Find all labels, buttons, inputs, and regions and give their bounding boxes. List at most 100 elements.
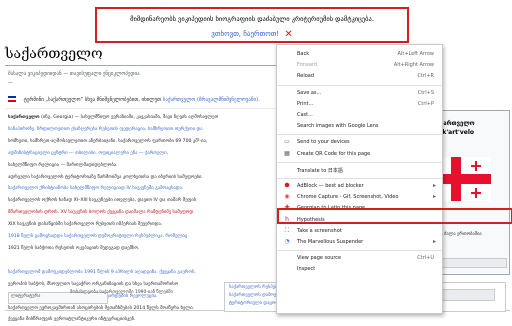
flag-cross-vertical — [451, 157, 461, 201]
menu-separator — [277, 84, 442, 86]
gallery-caption: მოსახლეობა საქართველოში 1990-იან წლებში — [70, 290, 173, 295]
menu-item-search-images-with-google-lens[interactable]: Search images with Google Lens — [277, 121, 442, 131]
paragraph-line: ქვეყანა მისწრაფვის ევროატლანტიკური ინტეგ… — [8, 314, 278, 326]
article-link[interactable]: 1918 წელს გამოცხადდა საქართველოს დემოკრა… — [8, 234, 187, 239]
list-item[interactable]: ტერიტორიული დაყოფა — [229, 301, 281, 306]
article-text — [8, 258, 9, 263]
menu-item-label: View page source — [297, 255, 342, 262]
menu-item-label: Take a screenshot — [297, 227, 342, 234]
menu-item-the-marvellous-suspender[interactable]: ◔ The Marvellous Suspender ▸ — [277, 237, 442, 247]
paragraph-line — [8, 255, 278, 267]
article-text: ადრეული საქართველოს ტერიტორიაზე წარმოიშვ… — [8, 174, 203, 180]
flag-small-cross — [471, 188, 481, 198]
red-link[interactable]: მმართველობის დროს. XV საუკუნის ბოლოს ქვე… — [8, 210, 195, 215]
menu-item-label: Print... — [297, 100, 314, 107]
device-icon: ▭ — [284, 138, 290, 146]
menu-item-back[interactable]: Back Alt+Left Arrow — [277, 49, 442, 59]
article-text: ევროპის საბჭოს, მსოფლიო სავაჭრო ორგანიზა… — [8, 281, 179, 287]
menu-item-label: Inspect — [297, 266, 316, 273]
adblock-icon: ⬢ — [284, 182, 290, 189]
menu-item-forward[interactable]: Forward Alt+Right Arrow — [277, 60, 442, 70]
menu-item-send-to-your-devices[interactable]: ▭ Send to your devices — [277, 137, 442, 147]
page-title: საქართველო — [5, 46, 103, 62]
paragraph-line: სანაპიროზე. ჩრდილოეთით ესაზღვრება რუსეთი… — [8, 124, 278, 136]
menu-item-shortcut: Ctrl+S — [417, 89, 434, 96]
title-divider — [5, 65, 280, 66]
paragraph-line: საქართველო ქრისტიანობა სახელმწიფო რელიგი… — [8, 183, 278, 195]
menu-item-print[interactable]: Print... Ctrl+P — [277, 99, 442, 109]
menu-item-view-page-source[interactable]: View page source Ctrl+U — [277, 253, 442, 263]
page-subtitle-secondary: — — [8, 80, 13, 86]
banner-link-row: ვთხოვთ, ჩაერთოთ! ✕ — [97, 29, 407, 40]
chevron-right-icon: ▸ — [432, 193, 436, 201]
menu-item-chrome-capture-gif-screenshot-video[interactable]: ◉ Chrome Capture - Gif, Screenshot, Video… — [277, 192, 442, 202]
menu-item-take-a-screenshot[interactable]: ⛶ Take a screenshot — [277, 226, 442, 236]
paragraph-line: 1921 წელს საბჭოთა რუსეთის ოკუპაციის შედე… — [8, 243, 278, 255]
paragraph-line: საქართველო (ინგ. Georgia) — სახელმწიფო ე… — [8, 112, 278, 124]
paragraph-line: სომხეთი, სამხრეთ-აღმოსავლეთით აზერბაიჯან… — [8, 136, 278, 148]
menu-item-label: Save as... — [297, 89, 322, 96]
article-text: (ინგ. Georgia) — სახელმწიფო ევრაზიაში, კ… — [39, 115, 219, 120]
article-text: სახელმწიფო რელიგია — მართლმადიდებლობა. — [8, 162, 118, 168]
menu-item-shortcut: Alt+Left Arrow — [397, 51, 434, 57]
hatnote: ტერმინი „საქართველო“ სხვა მნიშვნელობებით… — [8, 96, 260, 103]
hatnote-link[interactable]: საქართველო (მრავალმნიშვნელოვანი). — [163, 97, 260, 103]
capture-icon: ◉ — [284, 193, 290, 201]
menu-item-label: AdBlock — best ad blocker — [297, 183, 364, 189]
menu-item-label: The Marvellous Suspender — [297, 239, 364, 245]
menu-item-create-qr-code-for-this-page[interactable]: ▦ Create QR Code for this page — [277, 149, 442, 159]
chevron-right-icon: ▸ — [432, 238, 436, 245]
article-link[interactable]: საქართველო ქრისტიანობა სახელმწიფო რელიგი… — [8, 186, 183, 191]
article-link[interactable]: სანაპიროზე. ჩრდილოეთით ესაზღვრება რუსეთი… — [8, 127, 203, 132]
motto-value: ძალა ერთობაშია — [444, 232, 482, 237]
article-text: სომხეთი, სამხრეთ-აღმოსავლეთით აზერბაიჯან… — [8, 138, 208, 144]
paragraph-line: საქართველოს ოქროს ხანად XI–XIII საუკუნეე… — [8, 195, 278, 207]
article-link[interactable]: ადმინისტრაციული ცენტრი — თბილისი. ოფიცია… — [8, 151, 168, 156]
banner-text: მიმდინარეობს ვიკიპედიის ხიოგრაფიის დაძაბ… — [130, 15, 374, 23]
menu-item-shortcut: Alt+Right Arrow — [393, 62, 434, 69]
menu-item-inspect[interactable]: Inspect — [277, 264, 442, 274]
article-link[interactable]: საქართველომ დამოუკიდებლობა 1991 წლის 9 ა… — [8, 270, 196, 275]
menu-item-translate-to[interactable]: Translate to 日本語 — [277, 165, 442, 175]
article-text: საქართველოს ოქროს ხანად XI–XIII საუკუნეე… — [8, 198, 197, 204]
screenshot-icon: ⛶ — [284, 226, 290, 234]
menu-item-cast[interactable]: Cast... — [277, 110, 442, 120]
qr-code-icon: ▦ — [284, 149, 290, 157]
paragraph-line: ადმინისტრაციული ცენტრი — თბილისი. ოფიცია… — [8, 148, 278, 160]
menu-item-label: Create QR Code for this page — [297, 150, 371, 157]
menu-item-label: Send to your devices — [297, 139, 350, 146]
highlight-box — [277, 208, 512, 224]
menu-item-label: Translate to 日本語 — [297, 167, 343, 174]
paragraph-line: 1918 წელს გამოცხადდა საქართველოს დემოკრა… — [8, 231, 278, 243]
menu-item-label: Reload — [297, 73, 315, 80]
menu-item-shortcut: Ctrl+R — [417, 73, 434, 80]
menu-item-save-as[interactable]: Save as... Ctrl+S — [277, 88, 442, 98]
menu-item-label: Forward — [297, 62, 318, 69]
flag-small-cross — [471, 161, 481, 171]
menu-item-label: Search images with Google Lens — [297, 123, 379, 130]
paragraph-line: XIX საუკუნის დასაწყისში საქართველო რუსეთ… — [8, 219, 278, 231]
hatnote-divider — [5, 108, 280, 109]
menu-separator — [277, 178, 442, 179]
suspender-icon: ◔ — [284, 238, 290, 245]
chevron-right-icon: ▸ — [432, 182, 436, 189]
menu-separator — [277, 250, 442, 252]
flag-icon — [8, 96, 16, 102]
menu-item-label: Cast... — [297, 112, 313, 118]
menu-item-label: Back — [297, 51, 310, 57]
article-text: 1921 წელს საბჭოთა რუსეთის ოკუპაციის შედე… — [8, 245, 140, 251]
menu-item-adblock-best-ad-blocker[interactable]: ⬢ AdBlock — best ad blocker ▸ — [277, 181, 442, 191]
menu-item-reload[interactable]: Reload Ctrl+R — [277, 71, 442, 81]
menu-item-shortcut: Ctrl+U — [417, 255, 434, 262]
menu-separator — [277, 134, 442, 136]
menu-item-label: Chrome Capture - Gif, Screenshot, Video — [297, 194, 399, 201]
page-subtitle: მასალა ვიკიპედიიდან — თავისუფალი ენციკლო… — [8, 71, 140, 77]
paragraph-line: საქართველომ დამოუკიდებლობა 1991 წლის 9 ა… — [8, 267, 278, 279]
close-x-icon[interactable]: ✕ — [284, 29, 292, 40]
context-menu: Back Alt+Left Arrow Forward Alt+Right Arrow… — [276, 44, 443, 314]
paragraph-line: სახელმწიფო რელიგია — მართლმადიდებლობა. — [8, 160, 278, 172]
menu-item-shortcut: Ctrl+P — [417, 100, 434, 107]
banner-link[interactable]: ვთხოვთ, ჩაერთოთ! — [211, 30, 279, 38]
paragraph-line: ადრეული საქართველოს ტერიტორიაზე წარმოიშვ… — [8, 172, 278, 184]
paragraph-line: მმართველობის დროს. XV საუკუნის ბოლოს ქვე… — [8, 207, 278, 219]
